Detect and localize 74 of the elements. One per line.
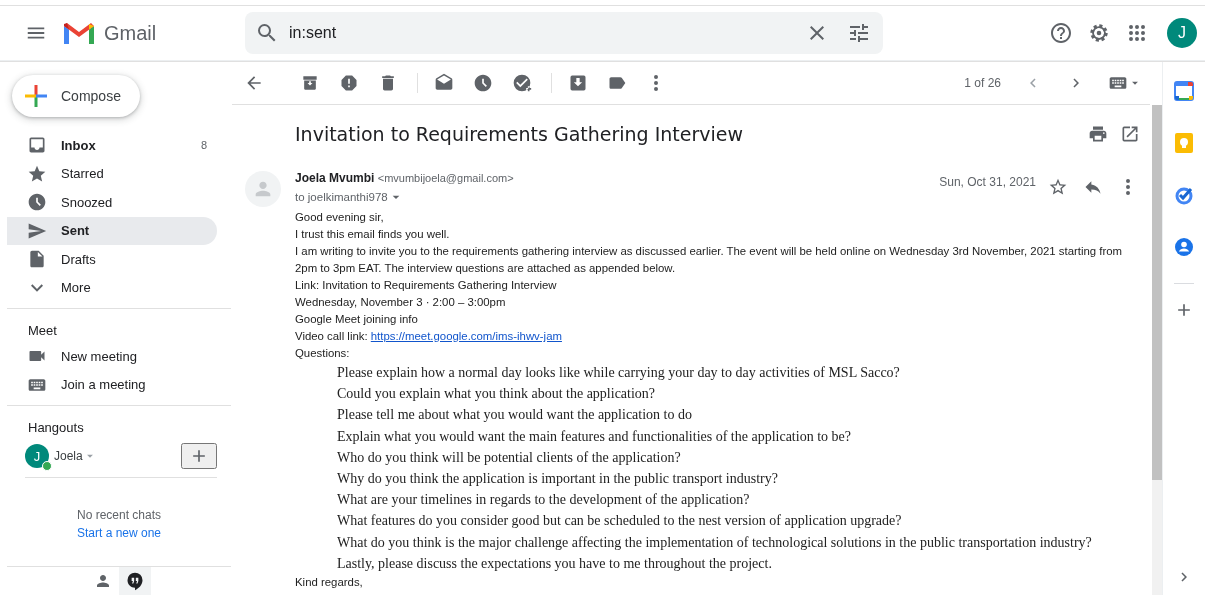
sender-name: Joela Mvumbi (295, 171, 375, 185)
settings-icon (1088, 22, 1110, 44)
section-heading: Meet (27, 322, 58, 340)
user-avatar[interactable]: J (25, 444, 49, 468)
star-icon (1048, 177, 1068, 197)
clock-icon (27, 192, 47, 213)
move-to-icon (568, 73, 588, 93)
body-text: Wednesday, November 3 · 2:00 – 3:00pm (295, 295, 507, 310)
more-icon (654, 75, 658, 91)
sender-email: <mvumbijoela@gmail.com> (377, 172, 514, 184)
body-text: Kind regards, (295, 575, 364, 591)
sidebar-item[interactable]: Inbox 8 (7, 131, 217, 160)
search-field[interactable]: in:sent (287, 23, 801, 43)
search-bar[interactable]: in:sent (245, 12, 883, 54)
body-text: Google Meet joining info (295, 312, 419, 327)
empty-chats-text: No recent chats (75, 507, 162, 524)
sidebar-item[interactable]: More (7, 273, 217, 302)
question-text: Lastly, please discuss the expectations you have to me throughout the project. (336, 554, 773, 573)
body-text: I am writing to invite you to the requirements gathering interview as discussed earlier. The event will be held online on Wednesday 3rd November, 2021 starting from 2pm to 3pm EAT. The interview questions are attached as appended below. (295, 244, 1124, 276)
hangouts-tab[interactable] (119, 567, 151, 595)
open-in-new-window-icon (1120, 124, 1140, 144)
lightbulb-icon (1174, 133, 1194, 153)
archive-icon (300, 73, 320, 93)
print-icon (1088, 124, 1108, 144)
question-text: What do you think is the major challenge affecting the implementation of technological solutions in the public transportation industry? (336, 533, 1093, 552)
meet-item[interactable]: New meeting (7, 342, 217, 371)
question-text: Could you explain what you think about the application? (336, 385, 657, 404)
calendar-icon (1174, 81, 1194, 101)
snooze-icon (473, 73, 493, 93)
more-options-icon (1126, 179, 1130, 195)
search-options-icon (847, 21, 871, 45)
question-text: Please explain how a normal day looks like while carrying your day to day activities of MSL Sacco? (336, 364, 901, 382)
add-task-icon (512, 73, 532, 93)
start-chat-link[interactable]: Start a new one (76, 526, 162, 540)
body-text: I trust this email finds you well. (295, 227, 451, 242)
gmail-logo-icon (62, 20, 96, 46)
question-text: What are your timelines in regards to the development of the application? (336, 491, 751, 510)
meet-item[interactable]: Join a meeting (7, 370, 217, 399)
message-subject: Invitation to Requirements Gathering Interview (295, 123, 745, 145)
recipient-text: to joelkimanthi978 (295, 191, 388, 203)
question-text: Why do you think the application is important in the public transport industry? (336, 470, 779, 488)
meeting-link[interactable]: https://meet.google.com/ims-ihwv-jam (370, 330, 562, 342)
person-icon (94, 572, 112, 590)
message-date: Sun, Oct 31, 2021 (939, 175, 1036, 189)
account-avatar[interactable]: J (1167, 18, 1197, 48)
chevron-down-icon (31, 283, 43, 292)
user-name[interactable]: Joela (54, 449, 83, 463)
message-counter: 1 of 26 (964, 76, 1001, 90)
speech-bubble-icon (125, 571, 145, 591)
question-text: Explain what you would want the main features and functionalities of the application to be? (336, 427, 852, 446)
person-circle-icon (1174, 237, 1194, 257)
inbox-icon (27, 135, 47, 156)
plus-icon (24, 84, 48, 108)
sidebar-item[interactable]: Sent (7, 216, 217, 245)
section-heading: Hangouts (27, 419, 85, 437)
sidebar-item[interactable]: Drafts (7, 245, 217, 274)
report-spam-icon (339, 73, 359, 93)
sidebar-item[interactable]: Snoozed (7, 188, 217, 217)
add-chat-button[interactable] (181, 443, 217, 469)
sidebar-item[interactable]: Starred (7, 159, 217, 188)
product-name: Gmail (104, 21, 157, 45)
body-text: Good evening sir, (295, 210, 385, 225)
mark-unread-icon (434, 73, 454, 93)
file-icon (27, 249, 47, 270)
compose-button[interactable]: Compose (12, 75, 140, 117)
check-circle-icon (1174, 185, 1194, 205)
body-text: Link: Invitation to Requirements Gathering Interview (295, 278, 558, 293)
help-icon (1049, 21, 1073, 45)
scrollbar-thumb[interactable] (1152, 105, 1162, 480)
question-text: Please tell me about what you would want the application to do (336, 406, 693, 425)
question-text: Who do you think will be potential clients of the application? (336, 448, 682, 467)
body-text: Questions: (295, 346, 351, 361)
body-text: Video call link: (295, 330, 368, 342)
question-text: What features do you consider good but can be scheduled to the nest version of application upgrade? (336, 512, 903, 531)
